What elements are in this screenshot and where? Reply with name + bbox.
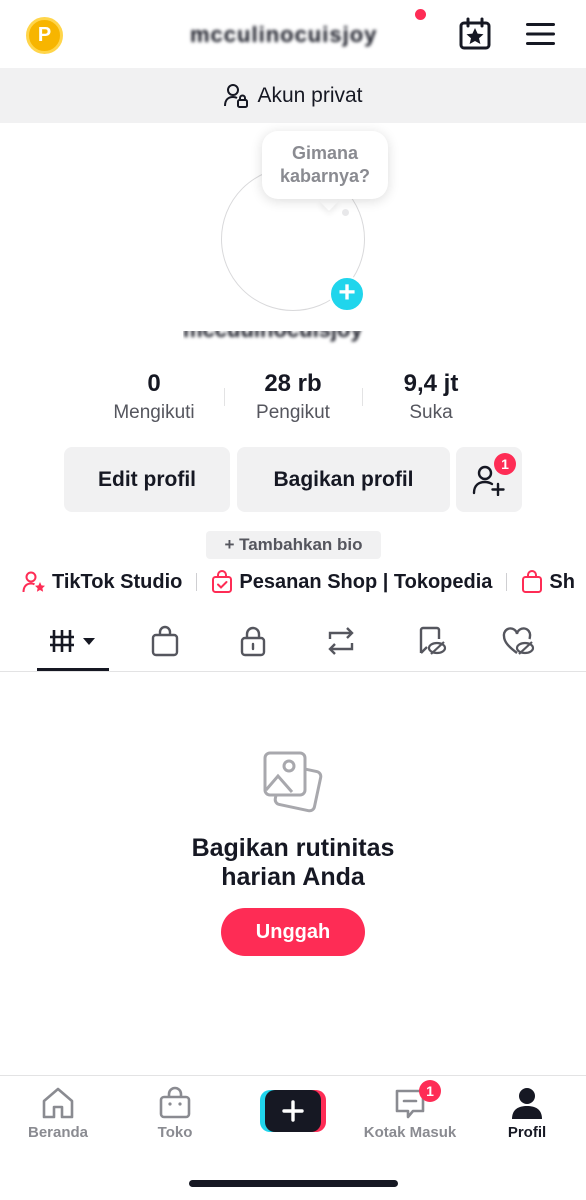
share-profile-button[interactable]: Bagikan profil [237,447,450,512]
photos-icon [263,751,323,813]
shop-orders-label: Pesanan Shop | Tokopedia [239,570,493,593]
stat-following[interactable]: 0 Mengikuti [98,370,210,424]
coins-button[interactable]: P [26,17,63,54]
stat-followers-value: 28 rb [264,370,322,397]
shop-icon [159,1086,191,1119]
stat-divider [362,388,363,406]
stat-likes-value: 9,4 jt [403,370,459,397]
shop-link[interactable]: Sh [521,570,575,594]
stat-divider [224,388,225,406]
tab-reposts[interactable] [321,624,361,658]
person-lock-icon [224,83,249,108]
profile-icon [512,1088,542,1119]
inbox-badge: 1 [419,1080,441,1102]
grid-videos-icon [50,630,95,652]
tiktok-studio-label: TikTok Studio [52,570,183,593]
nav-shop[interactable]: Toko [120,1086,230,1141]
shop-bag-icon [151,625,179,657]
tab-private[interactable] [233,624,273,658]
profile-links-row: TikTok Studio Pesanan Shop | Tokopedia S… [22,567,575,597]
home-icon [42,1087,74,1119]
stat-followers[interactable]: 28 rb Pengikut [237,370,349,424]
tab-shop[interactable] [145,624,185,658]
username-switcher[interactable]: mcculinocuisjoy [190,22,415,48]
stat-following-value: 0 [147,370,161,397]
tab-favorites[interactable] [411,624,451,658]
stat-following-label: Mengikuti [113,402,195,423]
tab-liked[interactable] [498,624,538,658]
active-tab-indicator [37,668,109,671]
add-friends-badge: 1 [494,453,516,475]
liked-hidden-icon [502,627,535,655]
home-indicator [189,1180,398,1187]
stat-followers-label: Pengikut [256,402,330,423]
create-button[interactable] [260,1090,326,1132]
nav-profile-label: Profil [507,1124,547,1141]
stat-likes-label: Suka [409,402,453,423]
person-star-icon [22,571,45,593]
tab-videos[interactable] [48,624,100,658]
plus-icon: + [338,275,356,309]
shop-bag-check-icon [212,570,233,593]
display-name: mccuuinocuisjoy [183,331,403,345]
private-account-banner: Akun privat [0,68,586,123]
nav-shop-label: Toko [157,1124,193,1141]
nav-inbox[interactable]: Kotak Masuk [355,1086,465,1141]
stat-likes[interactable]: 9,4 jt Suka [375,370,487,424]
shop-orders-link[interactable]: Pesanan Shop | Tokopedia [211,570,492,594]
link-divider [506,573,508,591]
lock-icon [240,626,266,657]
repost-icon [328,627,354,655]
nav-home[interactable]: Beranda [3,1086,113,1141]
empty-state-title: Bagikan rutinitas harian Anda [191,834,395,891]
notification-dot [415,9,426,20]
status-bubble-text: Gimana kabarnya? [279,143,371,186]
status-bubble[interactable]: Gimana kabarnya? [262,131,388,199]
nav-inbox-label: Kotak Masuk [363,1124,457,1141]
upload-button[interactable]: Unggah [221,908,365,956]
shop-bag-icon [522,570,543,593]
add-bio-button[interactable]: + Tambahkan bio [206,531,381,559]
edit-profile-button[interactable]: Edit profil [64,447,230,512]
bubble-dot [342,209,349,216]
private-account-label: Akun privat [257,83,363,107]
nav-profile[interactable]: Profil [472,1086,582,1141]
calendar-star-icon[interactable] [458,17,492,51]
coin-icon: P [37,24,52,46]
menu-icon[interactable] [525,20,557,48]
favorites-hidden-icon [419,626,447,655]
content-tabs [0,612,586,672]
nav-home-label: Beranda [27,1124,89,1141]
link-divider [196,573,198,591]
add-avatar-button[interactable]: + [329,276,365,312]
shop-link-label: Sh [549,570,575,593]
tiktok-studio-link[interactable]: TikTok Studio [22,570,182,594]
